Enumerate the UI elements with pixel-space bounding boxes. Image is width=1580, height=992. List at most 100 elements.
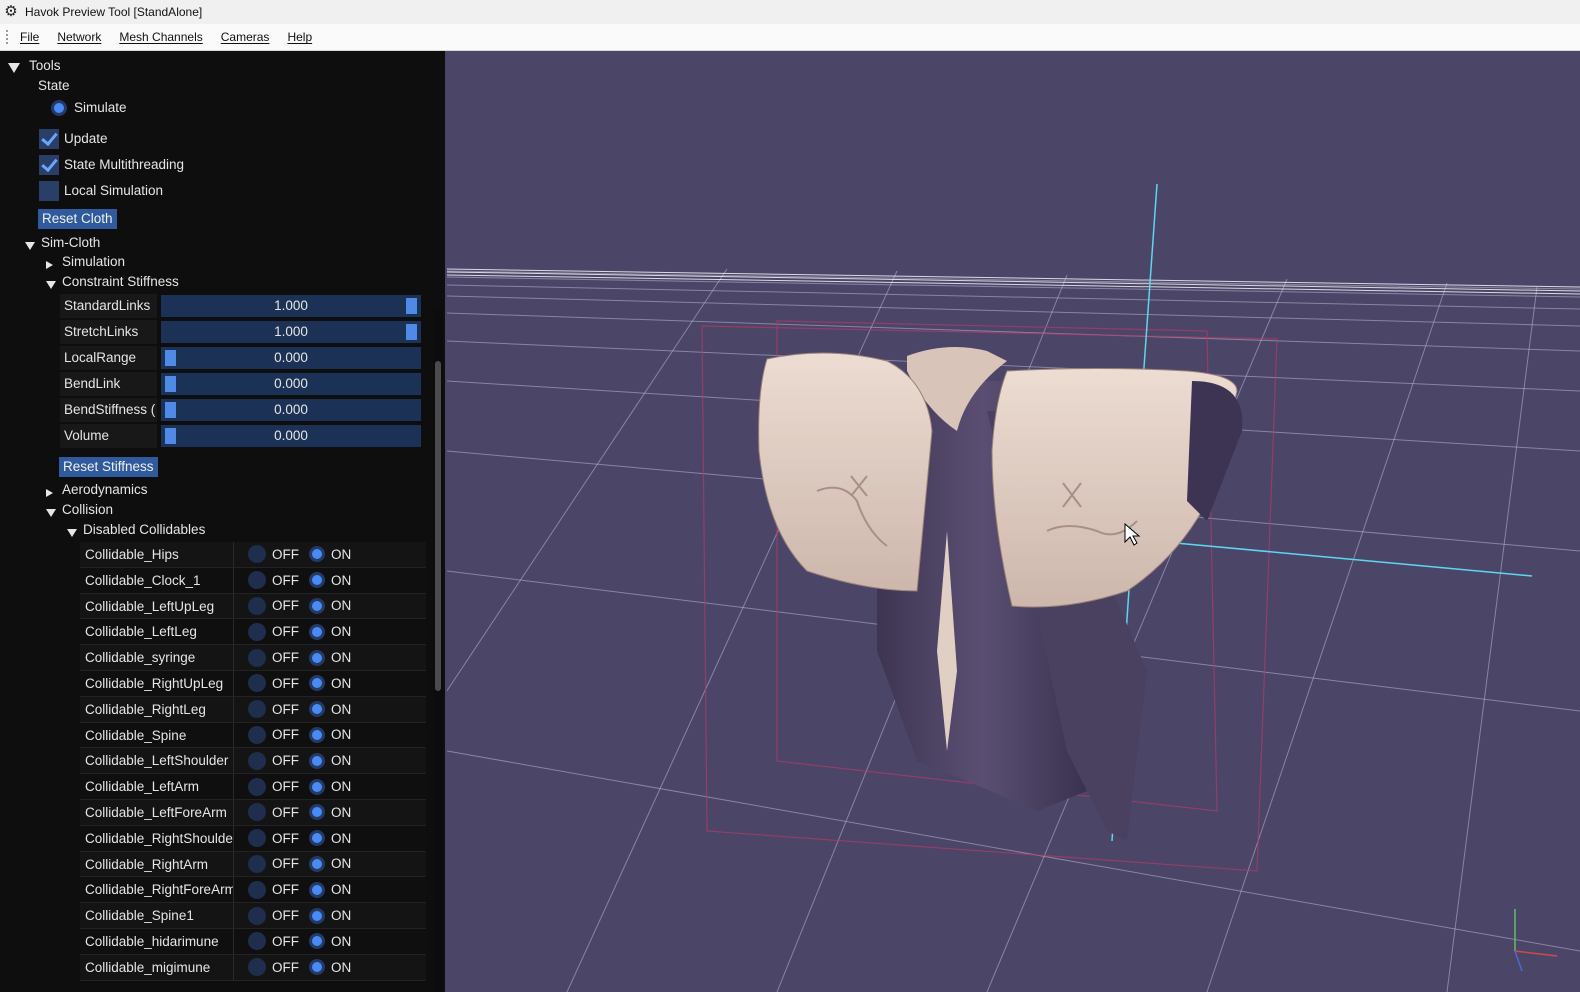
- menu-file[interactable]: File: [20, 30, 39, 44]
- collidable-name: Collidable_LeftLeg: [80, 619, 234, 645]
- simulation-toggle[interactable]: [46, 257, 53, 272]
- menu-help[interactable]: Help: [287, 30, 312, 44]
- on-option[interactable]: ON: [309, 546, 351, 563]
- triangle-down-icon: [46, 509, 56, 517]
- on-option[interactable]: ON: [309, 597, 352, 614]
- off-option[interactable]: OFF: [248, 571, 299, 590]
- off-option[interactable]: OFF: [248, 751, 299, 770]
- radio-unselected-icon: [248, 545, 266, 564]
- on-option[interactable]: ON: [309, 649, 351, 666]
- off-option[interactable]: OFF: [248, 545, 299, 564]
- on-option[interactable]: ON: [309, 778, 351, 795]
- radio-selected-icon: [309, 881, 325, 898]
- local-simulation-checkbox[interactable]: [39, 181, 59, 204]
- update-label: Update: [64, 131, 108, 146]
- checkbox-empty-icon: [39, 181, 59, 201]
- slider-field[interactable]: 0.000: [161, 399, 421, 421]
- menu-mesh-channels[interactable]: Mesh Channels: [119, 30, 202, 44]
- off-option[interactable]: OFF: [248, 622, 299, 641]
- on-option[interactable]: ON: [309, 830, 351, 847]
- sim-cloth-toggle[interactable]: [25, 238, 35, 253]
- off-option[interactable]: OFF: [248, 829, 299, 848]
- scrollbar-thumb[interactable]: [435, 361, 441, 691]
- simulation-header[interactable]: Simulation: [62, 254, 125, 269]
- constraint-stiffness-header[interactable]: Constraint Stiffness: [62, 274, 179, 289]
- on-option[interactable]: ON: [309, 572, 351, 589]
- slider-field[interactable]: 1.000: [161, 295, 421, 317]
- slider-value: 0.000: [274, 402, 308, 417]
- menu-bar: File Network Mesh Channels Cameras Help: [0, 24, 1580, 51]
- aerodynamics-toggle[interactable]: [46, 485, 53, 500]
- on-option[interactable]: ON: [309, 804, 351, 821]
- off-option[interactable]: OFF: [248, 906, 299, 925]
- tools-collapse-toggle[interactable]: [8, 61, 20, 76]
- on-label: ON: [331, 908, 352, 924]
- collidable-row-14: Collidable_Spine1 OFF ON: [80, 903, 426, 929]
- radio-selected-icon: [309, 933, 325, 950]
- slider-field[interactable]: 0.000: [161, 373, 421, 395]
- slider-field[interactable]: 0.000: [161, 347, 421, 369]
- off-option[interactable]: OFF: [248, 777, 299, 796]
- aerodynamics-header[interactable]: Aerodynamics: [62, 482, 148, 497]
- collidable-options: OFF ON: [234, 748, 361, 773]
- collidable-name: Collidable_LeftArm: [80, 774, 234, 799]
- collision-toggle[interactable]: [46, 505, 56, 520]
- collidables-table: Collidable_Hips OFF ON Collidable_Clock_…: [80, 542, 426, 981]
- slider-stretchlinks: StretchLinks 1.000: [60, 320, 425, 344]
- radio-unselected-icon: [248, 803, 266, 822]
- 3d-viewport[interactable]: [447, 51, 1580, 992]
- off-option[interactable]: OFF: [248, 854, 299, 873]
- collidable-name: Collidable_Clock_1: [80, 567, 234, 593]
- off-option[interactable]: OFF: [248, 932, 299, 951]
- off-label: OFF: [272, 727, 299, 743]
- sim-cloth-header[interactable]: Sim-Cloth: [41, 235, 100, 250]
- collidable-name: Collidable_RightForeArm: [80, 877, 234, 903]
- on-option[interactable]: ON: [309, 701, 351, 718]
- off-option[interactable]: OFF: [248, 596, 299, 615]
- collidable-name: Collidable_RightShoulder: [80, 825, 234, 851]
- on-option[interactable]: ON: [309, 752, 351, 769]
- slider-label: Volume: [60, 424, 157, 448]
- off-option[interactable]: OFF: [248, 803, 299, 822]
- radio-selected-icon: [309, 907, 325, 924]
- slider-field[interactable]: 0.000: [161, 425, 421, 447]
- off-label: OFF: [272, 933, 299, 949]
- on-option[interactable]: ON: [309, 959, 351, 976]
- simulate-radio[interactable]: [51, 100, 67, 119]
- slider-value: 0.000: [274, 428, 308, 443]
- reset-stiffness-button[interactable]: Reset Stiffness: [59, 457, 158, 477]
- off-label: OFF: [272, 856, 299, 872]
- disabled-collidables-toggle[interactable]: [67, 525, 77, 540]
- off-option[interactable]: OFF: [248, 880, 299, 899]
- on-option[interactable]: ON: [309, 675, 351, 692]
- reset-cloth-button[interactable]: Reset Cloth: [38, 209, 117, 229]
- radio-selected-icon: [309, 649, 325, 666]
- off-option[interactable]: OFF: [248, 648, 299, 667]
- off-option[interactable]: OFF: [248, 725, 299, 744]
- off-option[interactable]: OFF: [248, 674, 299, 693]
- slider-field[interactable]: 1.000: [161, 321, 421, 343]
- collidable-options: OFF ON: [234, 955, 361, 980]
- on-label: ON: [331, 598, 352, 614]
- off-option[interactable]: OFF: [248, 958, 299, 977]
- menu-network[interactable]: Network: [57, 30, 101, 44]
- off-option[interactable]: OFF: [248, 700, 299, 719]
- on-option[interactable]: ON: [309, 855, 351, 872]
- tools-header[interactable]: Tools: [29, 58, 61, 73]
- constraint-stiffness-toggle[interactable]: [46, 277, 56, 292]
- state-multithreading-checkbox[interactable]: [39, 155, 59, 178]
- on-option[interactable]: ON: [309, 907, 352, 924]
- on-option[interactable]: ON: [309, 881, 351, 898]
- collidable-row-15: Collidable_hidarimune OFF ON: [80, 928, 426, 955]
- collidable-options: OFF ON: [234, 877, 361, 902]
- collidable-row-3: Collidable_LeftLeg OFF ON: [80, 619, 426, 646]
- collision-header[interactable]: Collision: [62, 502, 113, 517]
- update-checkbox[interactable]: [39, 129, 59, 152]
- on-option[interactable]: ON: [309, 726, 351, 743]
- slider-localrange: LocalRange 0.000: [60, 346, 425, 370]
- on-option[interactable]: ON: [309, 933, 351, 950]
- menu-cameras[interactable]: Cameras: [221, 30, 270, 44]
- on-option[interactable]: ON: [309, 623, 351, 640]
- disabled-collidables-header[interactable]: Disabled Collidables: [83, 522, 205, 537]
- collidable-name: Collidable_LeftUpLeg: [80, 593, 234, 619]
